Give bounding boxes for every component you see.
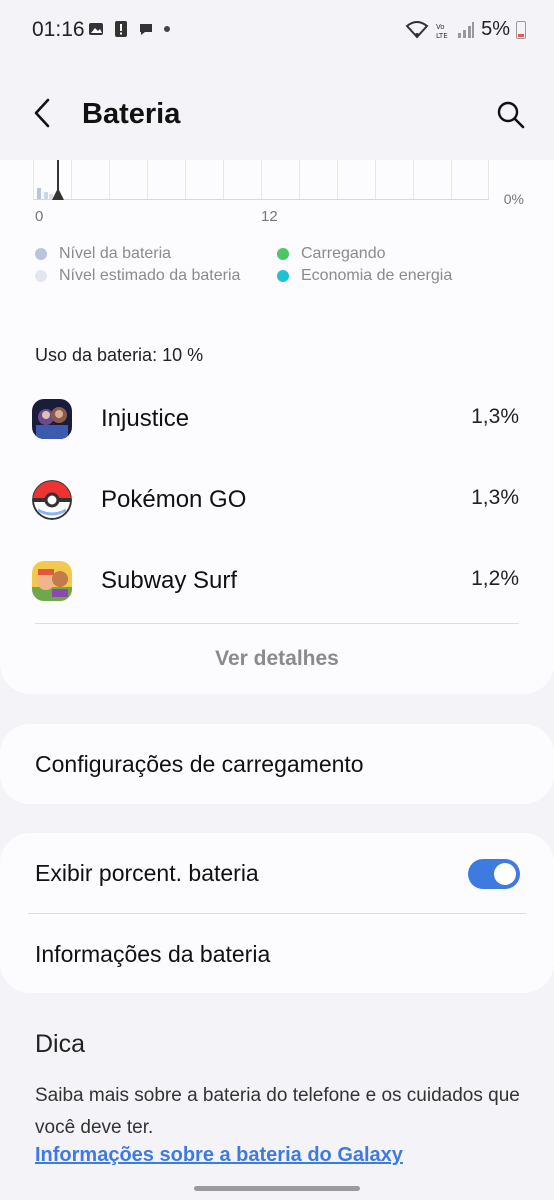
chart-gridline	[109, 160, 110, 200]
battery-usage-card: 0 12 0% Nível da bateria Nível estimado …	[0, 160, 554, 694]
gesture-nav-bar[interactable]	[194, 1186, 360, 1191]
battery-options-card: Exibir porcent. bateria Informações da b…	[0, 833, 554, 993]
charging-settings-label[interactable]: Configurações de carregamento	[35, 751, 364, 778]
status-bar: 01:16 Vo LTE 5%	[0, 0, 554, 62]
battery-info-item[interactable]: Informações da bateria	[35, 941, 270, 968]
svg-text:Vo: Vo	[436, 23, 445, 31]
notification-icons	[88, 20, 171, 38]
image-icon	[89, 23, 103, 35]
status-right: Vo LTE 5%	[405, 18, 526, 41]
volte-icon: VoLTE	[436, 23, 448, 39]
chart-gridline	[185, 160, 186, 200]
back-icon[interactable]	[28, 96, 58, 130]
status-time: 01:16	[32, 18, 85, 41]
app-name: Pokémon GO	[101, 486, 247, 513]
legend-item: Nível estimado da bateria	[35, 267, 240, 285]
chart-gridline	[451, 160, 452, 200]
chart-gridline	[223, 160, 224, 200]
legend-dot	[35, 270, 47, 282]
chart-gridline	[261, 160, 262, 200]
injustice-icon	[32, 399, 72, 439]
alert-icon	[115, 21, 127, 37]
galaxy-battery-info-link[interactable]: Informações sobre a bateria do Galaxy	[35, 1144, 403, 1167]
wifi-icon	[405, 20, 429, 38]
divider	[35, 623, 519, 624]
app-bar: Bateria	[0, 62, 554, 162]
x-tick-label: 0	[35, 208, 44, 225]
chart-now-triangle	[52, 188, 64, 200]
app-name: Injustice	[101, 405, 190, 432]
usage-title: Uso da bateria: 10 %	[35, 345, 204, 365]
legend-item: Carregando	[277, 245, 386, 263]
toggle-knob	[494, 863, 516, 885]
legend-label: Nível da bateria	[59, 245, 172, 262]
chart-gridline	[413, 160, 414, 200]
chart-gridline	[488, 160, 489, 200]
show-percent-label[interactable]: Exibir porcent. bateria	[35, 860, 259, 887]
y-tick-label: 0%	[503, 191, 524, 207]
app-percent: 1,3%	[471, 405, 519, 428]
tip-title: Dica	[35, 1030, 86, 1058]
chart-gridline	[71, 160, 72, 200]
app-row-pokemon-go[interactable]: Pokémon GO 1,3%	[0, 460, 554, 540]
legend-label: Carregando	[301, 245, 386, 262]
chat-icon	[140, 24, 152, 35]
chart-gridline	[375, 160, 376, 200]
battery-percent: 5%	[481, 18, 510, 40]
charging-settings-card[interactable]: Configurações de carregamento	[0, 724, 554, 804]
signal-icon	[458, 21, 475, 38]
pokeball-icon	[32, 480, 72, 520]
legend-label: Economia de energia	[301, 267, 453, 284]
search-icon[interactable]	[496, 100, 526, 130]
chart-gridline	[147, 160, 148, 200]
app-row-injustice[interactable]: Injustice 1,3%	[0, 379, 554, 459]
app-percent: 1,3%	[471, 486, 519, 509]
dot-icon	[164, 26, 170, 32]
legend-item: Nível da bateria	[35, 245, 171, 263]
chart-gridline	[33, 160, 34, 200]
view-details-button[interactable]: Ver detalhes	[0, 647, 554, 671]
legend-dot	[277, 248, 289, 260]
battery-icon	[516, 20, 526, 39]
legend-dot	[35, 248, 47, 260]
battery-chart	[33, 160, 489, 200]
chart-gridline	[299, 160, 300, 200]
subway-surf-icon	[32, 561, 72, 601]
page-title: Bateria	[82, 98, 181, 130]
app-name: Subway Surf	[101, 567, 238, 594]
x-tick-label: 12	[261, 208, 278, 225]
divider	[28, 913, 526, 914]
svg-text:LTE: LTE	[436, 32, 448, 39]
legend-dot	[277, 270, 289, 282]
show-percent-toggle[interactable]	[468, 859, 520, 889]
chart-baseline	[33, 199, 489, 200]
tip-text: Saiba mais sobre a bateria do telefone e…	[35, 1085, 520, 1138]
app-row-subway-surf[interactable]: Subway Surf 1,2%	[0, 541, 554, 621]
app-percent: 1,2%	[471, 567, 519, 590]
legend-label: Nível estimado da bateria	[59, 267, 241, 284]
legend-item: Economia de energia	[277, 267, 452, 285]
chart-gridline	[337, 160, 338, 200]
